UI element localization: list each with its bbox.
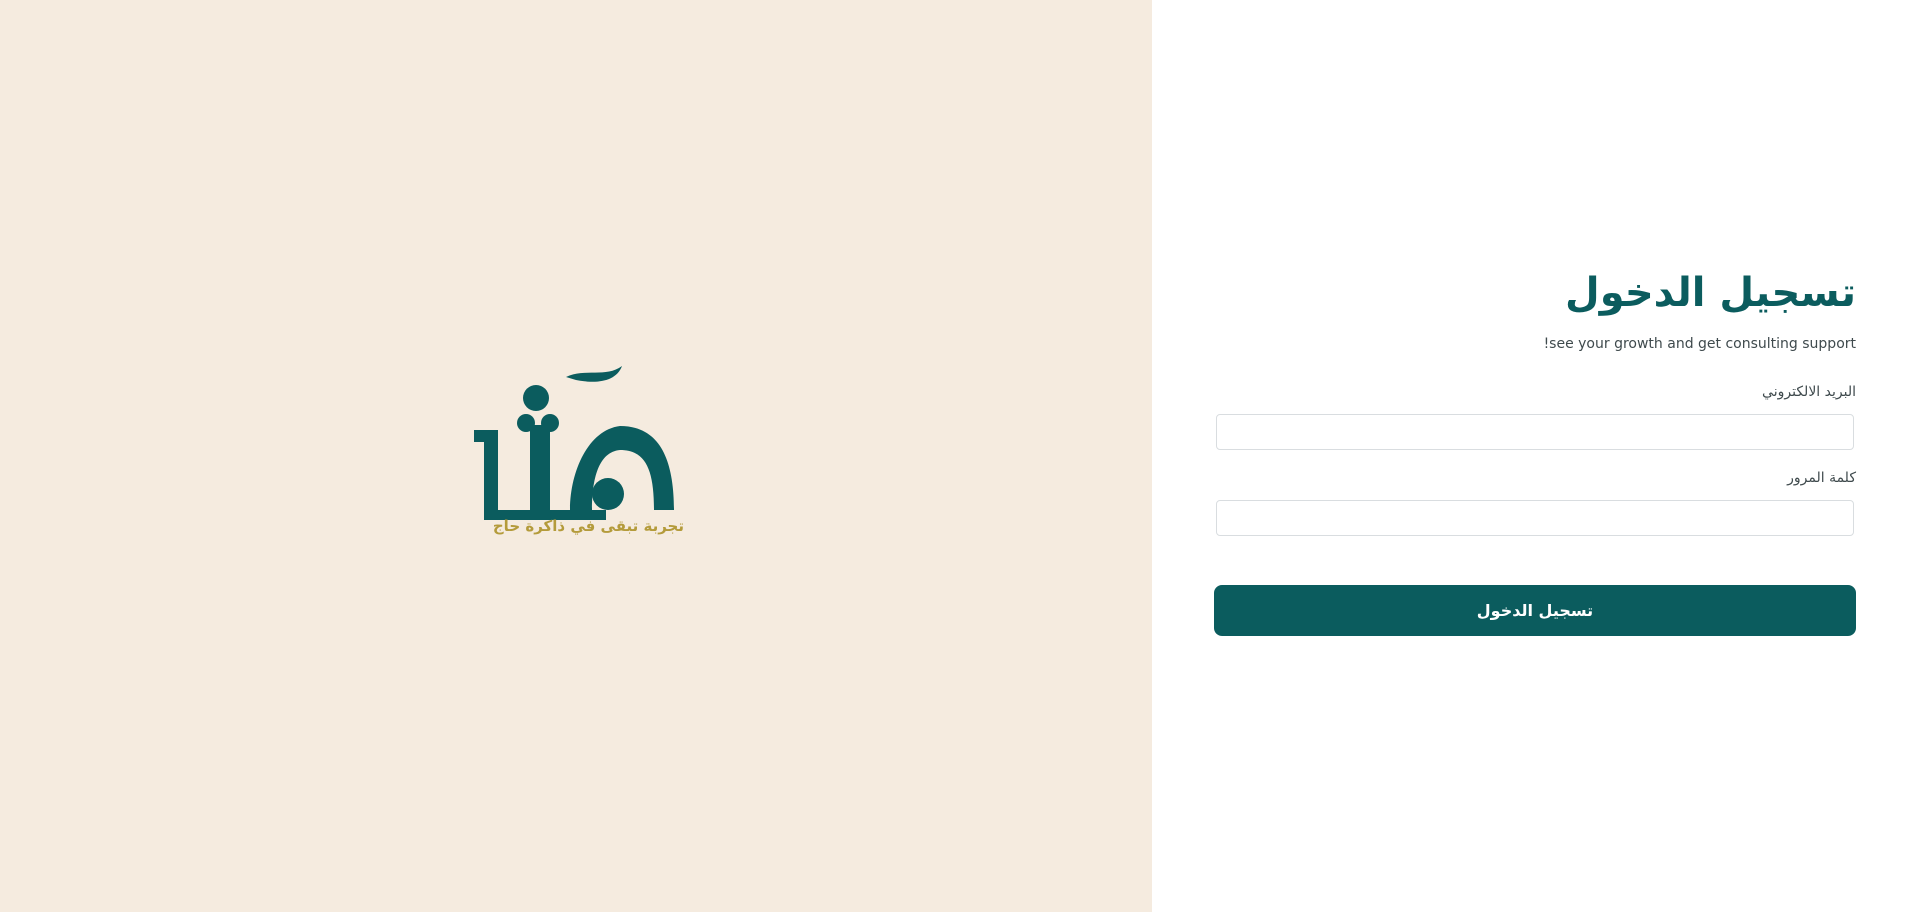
brand-logo: تجربة تبقى في ذاكرة حاج xyxy=(470,360,684,555)
page-subtitle: !see your growth and get consulting supp… xyxy=(1543,336,1856,352)
brand-panel: تجربة تبقى في ذاكرة حاج xyxy=(0,0,1152,912)
brand-tagline: تجربة تبقى في ذاكرة حاج xyxy=(492,517,684,535)
login-button[interactable]: تسجيل الدخول xyxy=(1214,585,1856,636)
password-field[interactable] xyxy=(1216,500,1854,536)
password-label: كلمة المرور xyxy=(1787,470,1856,486)
page-title: تسجيل الدخول xyxy=(1565,270,1856,316)
maather-logo-icon xyxy=(474,366,674,520)
email-label: البريد الالكتروني xyxy=(1762,384,1856,400)
login-page: تجربة تبقى في ذاكرة حاج تسجيل الدخول !se… xyxy=(0,0,1918,912)
email-field[interactable] xyxy=(1216,414,1854,450)
login-panel: تسجيل الدخول !see your growth and get co… xyxy=(1152,0,1918,912)
